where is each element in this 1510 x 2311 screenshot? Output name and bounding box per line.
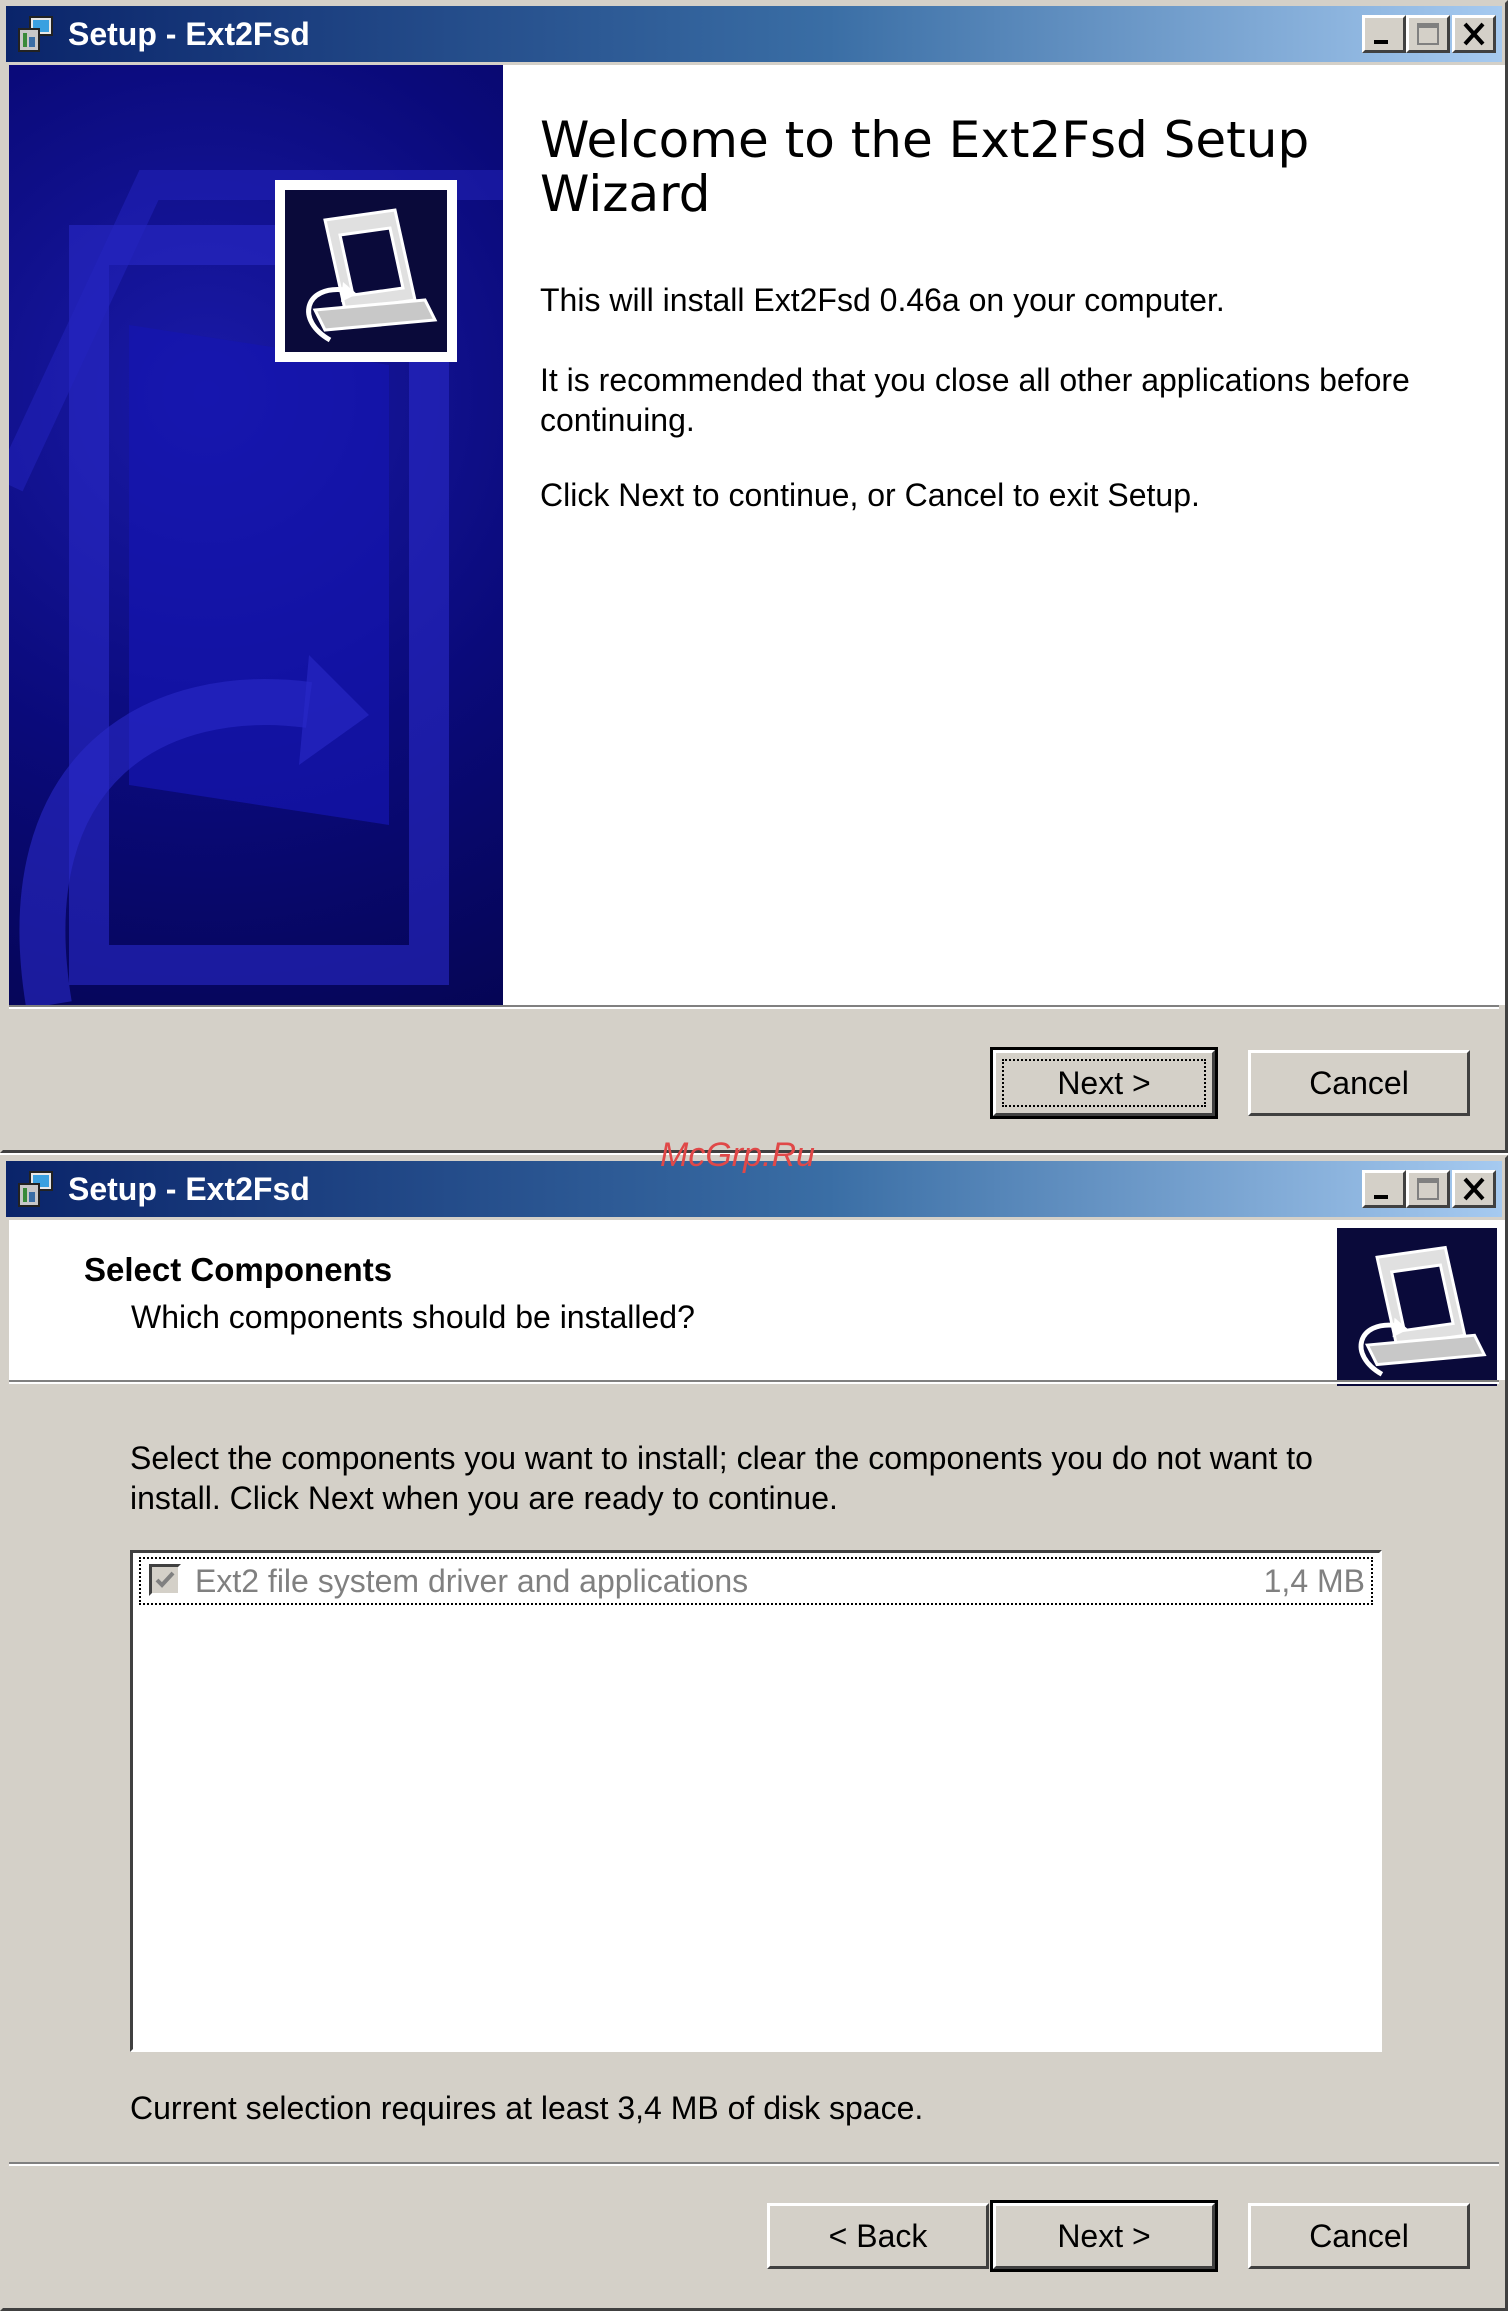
cancel-button-label: Cancel	[1309, 2218, 1409, 2254]
header-separator	[9, 1380, 1499, 1384]
maximize-icon	[1417, 1178, 1439, 1200]
back-button[interactable]: < Back	[767, 2203, 989, 2269]
minimize-button[interactable]	[1362, 15, 1406, 53]
continue-instructions-text: Click Next to continue, or Cancel to exi…	[540, 477, 1200, 513]
setup-window-components: Setup - Ext2Fsd Select Components Which …	[0, 1155, 1508, 2311]
button-area-separator	[9, 2162, 1499, 2166]
minimize-icon	[1374, 1195, 1388, 1199]
setup-app-icon	[18, 16, 53, 52]
minimize-button[interactable]	[1362, 1170, 1406, 1208]
checkmark-icon	[155, 1571, 175, 1588]
cancel-button-label: Cancel	[1309, 1065, 1409, 1101]
install-info-text: This will install Ext2Fsd 0.46a on your …	[540, 282, 1225, 318]
maximize-button[interactable]	[1406, 15, 1450, 53]
component-checkbox[interactable]	[149, 1564, 181, 1596]
next-button-label: Next >	[1057, 1065, 1151, 1101]
next-button[interactable]: Next >	[990, 2200, 1218, 2272]
component-size: 1,4 MB	[1263, 1563, 1365, 1599]
next-button[interactable]: Next >	[990, 1047, 1218, 1119]
page-header: Select Components Which components shoul…	[9, 1220, 1505, 1386]
back-button-label: < Back	[828, 2218, 928, 2254]
title-bar[interactable]: Setup - Ext2Fsd	[6, 6, 1502, 62]
components-list[interactable]: Ext2 file system driver and applications…	[130, 1550, 1382, 2052]
close-icon	[1463, 1177, 1485, 1201]
cancel-button[interactable]: Cancel	[1248, 1050, 1470, 1116]
window-title: Setup - Ext2Fsd	[68, 1171, 310, 1207]
setup-window-welcome: Setup - Ext2Fsd Welcome to the Ext2Fsd S…	[0, 0, 1508, 1153]
instructions-text: Select the components you want to instal…	[130, 1440, 1313, 1516]
welcome-content: Welcome to the Ext2Fsd Setup Wizard This…	[503, 65, 1505, 1005]
maximize-icon	[1417, 23, 1439, 45]
button-area-separator	[9, 1005, 1499, 1009]
next-button-label: Next >	[1057, 2218, 1151, 2254]
close-button[interactable]	[1452, 15, 1496, 53]
minimize-icon	[1374, 40, 1388, 44]
list-item[interactable]: Ext2 file system driver and applications…	[139, 1557, 1373, 1605]
setup-logo-small	[1337, 1228, 1497, 1386]
close-button[interactable]	[1452, 1170, 1496, 1208]
welcome-heading: Welcome to the Ext2Fsd Setup Wizard	[540, 111, 1310, 223]
cancel-button[interactable]: Cancel	[1248, 2203, 1470, 2269]
watermark-text: McGrp.Ru	[660, 1136, 815, 1174]
component-label: Ext2 file system driver and applications	[195, 1563, 749, 1599]
wizard-banner-image	[9, 65, 503, 1005]
computer-install-icon	[306, 208, 438, 343]
disk-space-text: Current selection requires at least 3,4 …	[130, 2090, 924, 2126]
recommendation-text: It is recommended that you close all oth…	[540, 362, 1410, 438]
computer-install-icon	[1358, 1245, 1487, 1377]
maximize-button[interactable]	[1406, 1170, 1450, 1208]
page-subtitle: Which components should be installed?	[131, 1299, 695, 1335]
setup-logo	[275, 180, 457, 362]
setup-app-icon	[18, 1171, 53, 1207]
page-title: Select Components	[84, 1251, 393, 1288]
window-title: Setup - Ext2Fsd	[68, 16, 310, 52]
close-icon	[1463, 22, 1485, 46]
